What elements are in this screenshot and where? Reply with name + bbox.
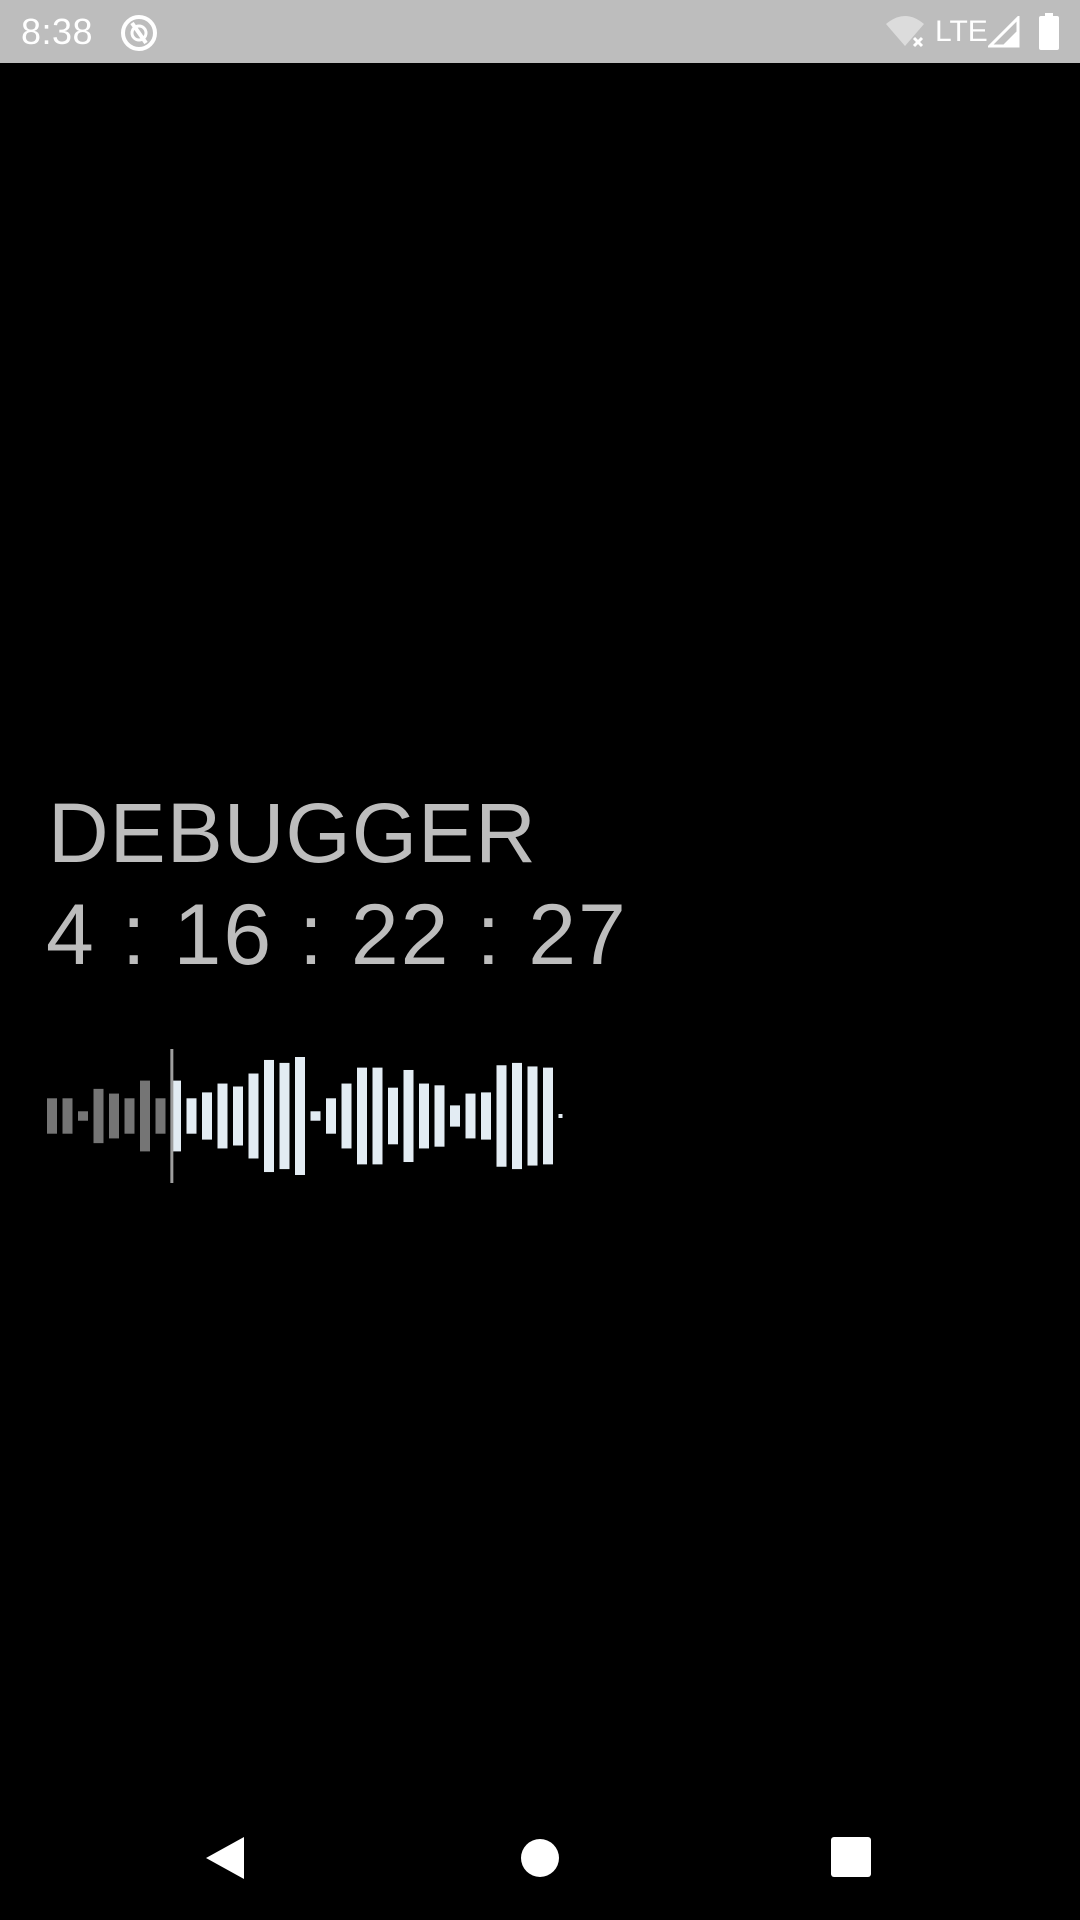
waveform-bar [419, 1083, 429, 1149]
wifi-off-icon [886, 16, 924, 48]
debugger-screen: DEBUGGER 4 : 16 : 22 : 27 [0, 63, 1080, 1813]
waveform-bar [357, 1067, 367, 1165]
navigation-bar [0, 1813, 1080, 1920]
waveform-bar [512, 1062, 522, 1170]
waveform-bar [527, 1066, 538, 1166]
waveform-bar [326, 1098, 336, 1134]
status-time: 8:38 [21, 11, 94, 52]
waveform-bar [279, 1062, 290, 1170]
waveform-bar [124, 1098, 135, 1134]
audio-waveform[interactable] [40, 1049, 600, 1183]
battery-icon [1039, 13, 1059, 50]
waveform-bar [140, 1080, 150, 1152]
waveform-bar [434, 1085, 445, 1147]
waveform-bar [388, 1087, 398, 1145]
back-icon[interactable] [204, 1835, 246, 1881]
waveform-bar [233, 1086, 243, 1146]
waveform-bar [310, 1111, 321, 1121]
waveform-bar [403, 1069, 414, 1163]
waveform-bar [450, 1105, 460, 1127]
page-title: DEBUGGER [48, 786, 537, 880]
countdown-timer: 4 : 16 : 22 : 27 [46, 887, 628, 983]
waveform-bar [372, 1067, 383, 1165]
waveform-bar [558, 1114, 563, 1118]
waveform-bar [341, 1083, 352, 1149]
home-icon[interactable] [519, 1837, 561, 1879]
signal-icon [988, 16, 1020, 48]
waveform-bar [217, 1083, 228, 1149]
network-type-label: LTE [935, 15, 988, 48]
waveform-bar [248, 1073, 259, 1159]
waveform-bar [543, 1067, 553, 1165]
waveform-bar [62, 1098, 73, 1134]
waveform-bar [78, 1111, 88, 1121]
waveform-bar [264, 1059, 274, 1173]
waveform-bar [481, 1092, 491, 1140]
waveform-bar [155, 1098, 166, 1134]
waveform-bar [496, 1065, 507, 1167]
waveform-bar [465, 1093, 476, 1139]
app-notification-icon [121, 15, 157, 51]
waveform-bar [93, 1088, 104, 1144]
status-bar: 8:38 LTE [0, 0, 1080, 63]
waveform-bar [109, 1093, 119, 1139]
waveform-bar [47, 1098, 57, 1134]
waveform-bar [186, 1098, 197, 1134]
waveform-bar [202, 1092, 212, 1140]
waveform-bar [295, 1057, 305, 1175]
recents-icon[interactable] [831, 1837, 871, 1877]
